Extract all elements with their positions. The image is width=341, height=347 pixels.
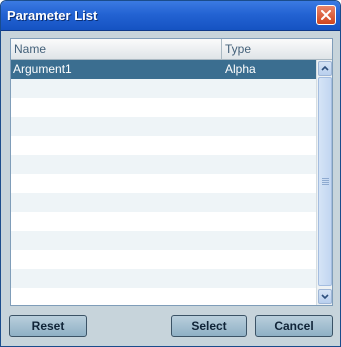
- close-button[interactable]: [316, 5, 336, 25]
- table-body: Argument1 Alpha: [11, 60, 316, 305]
- cell-name: Argument1: [13, 62, 72, 76]
- table-row[interactable]: [11, 136, 316, 155]
- parameter-table: Name Type Argument1 Alpha: [10, 38, 333, 306]
- scroll-down-button[interactable]: [318, 289, 332, 304]
- table-row[interactable]: [11, 117, 316, 136]
- table-row[interactable]: [11, 231, 316, 250]
- table-row[interactable]: [11, 269, 316, 288]
- table-row[interactable]: [11, 250, 316, 269]
- window-title: Parameter List: [7, 8, 98, 23]
- vertical-scrollbar[interactable]: [316, 60, 332, 305]
- table-row[interactable]: [11, 79, 316, 98]
- table-row[interactable]: [11, 174, 316, 193]
- table-row[interactable]: Argument1 Alpha: [11, 60, 316, 79]
- select-button[interactable]: Select: [171, 315, 247, 337]
- chevron-up-icon: [321, 65, 329, 71]
- table-row[interactable]: [11, 288, 316, 305]
- grip-icon: [322, 178, 329, 186]
- close-icon: [321, 10, 331, 20]
- column-header-type[interactable]: Type: [222, 39, 332, 59]
- scroll-up-button[interactable]: [318, 61, 332, 76]
- column-header-name[interactable]: Name: [11, 39, 222, 59]
- table-row[interactable]: [11, 98, 316, 117]
- table-row[interactable]: [11, 155, 316, 174]
- cell-type: Alpha: [225, 62, 256, 76]
- chevron-down-icon: [321, 294, 329, 300]
- cancel-button[interactable]: Cancel: [255, 315, 333, 337]
- table-row[interactable]: [11, 193, 316, 212]
- scroll-thumb[interactable]: [318, 77, 332, 286]
- table-row[interactable]: [11, 212, 316, 231]
- table-header: Name Type: [11, 39, 332, 60]
- parameter-list-dialog: Parameter List Name Type Argument1 Alpha: [0, 0, 341, 347]
- reset-button[interactable]: Reset: [9, 315, 87, 337]
- title-bar[interactable]: Parameter List: [1, 1, 340, 31]
